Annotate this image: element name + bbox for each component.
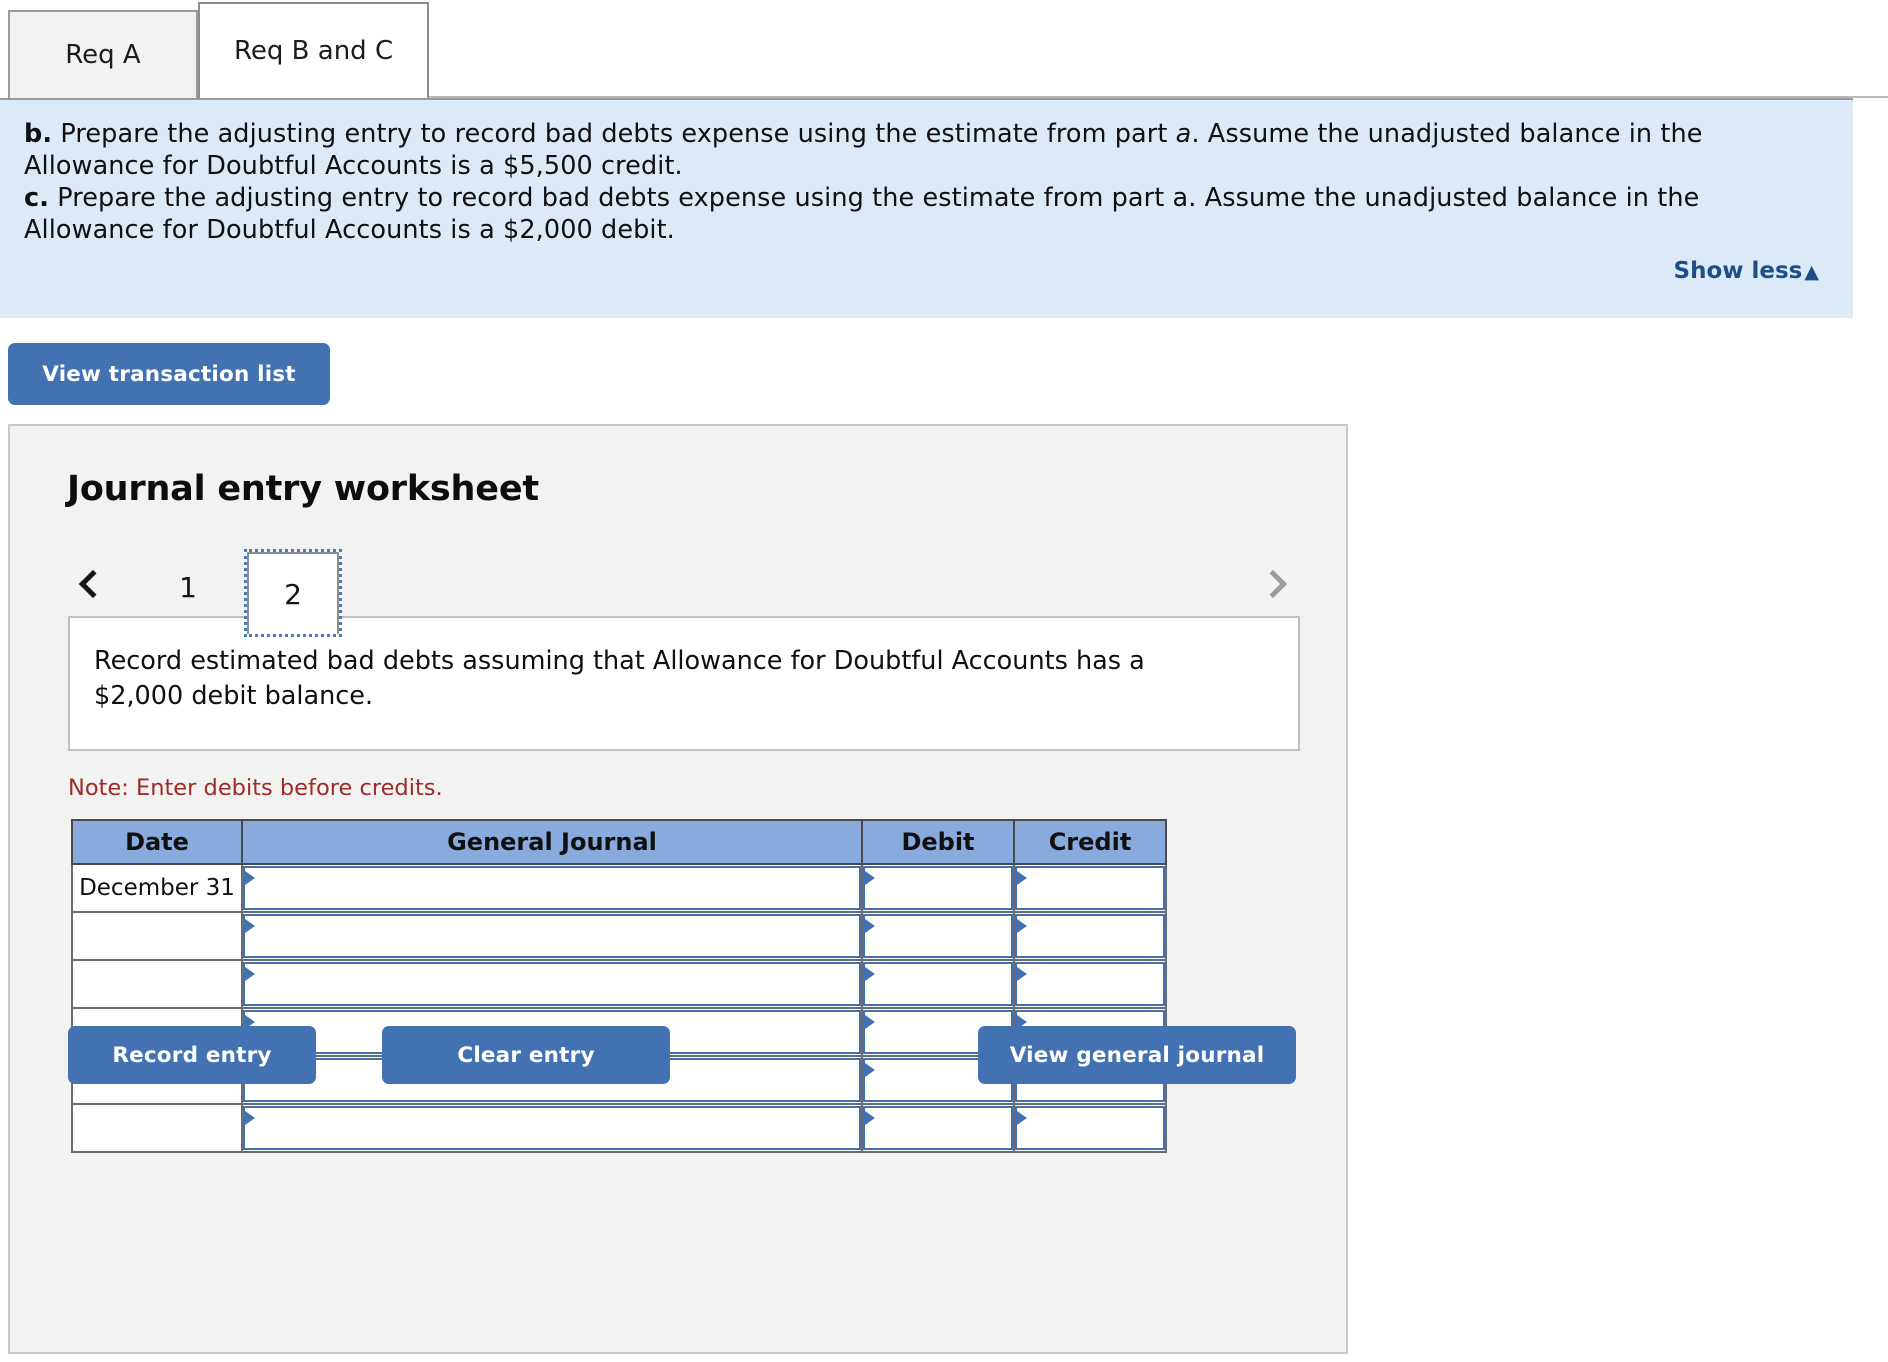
table-row <box>72 960 1166 1008</box>
table-body: December 31 <box>72 864 1166 1152</box>
table-row: December 31 <box>72 864 1166 912</box>
cell-credit[interactable] <box>1014 912 1166 960</box>
instruction-part-c-text: Prepare the adjusting entry to record ba… <box>24 183 1699 245</box>
instruction-part-b-italic: a <box>1176 119 1192 149</box>
cell-debit[interactable] <box>862 1104 1014 1152</box>
cell-date: December 31 <box>72 864 242 912</box>
cell-credit[interactable] <box>1014 864 1166 912</box>
cell-debit[interactable] <box>862 912 1014 960</box>
general-journal-input[interactable] <box>243 1106 861 1150</box>
column-header-general-journal: General Journal <box>242 820 862 864</box>
chevron-right-glyph <box>1259 570 1287 598</box>
cell-general-journal[interactable] <box>242 864 862 912</box>
instruction-part-b-label: b. <box>24 119 52 149</box>
instructions-panel: b. Prepare the adjusting entry to record… <box>0 98 1853 318</box>
credit-input[interactable] <box>1015 866 1165 910</box>
debit-input[interactable] <box>863 866 1013 910</box>
debit-input[interactable] <box>863 1106 1013 1150</box>
debits-before-credits-note: Note: Enter debits before credits. <box>68 775 443 801</box>
instruction-part-b: b. Prepare the adjusting entry to record… <box>24 118 1829 182</box>
chevron-right-icon[interactable] <box>1251 556 1295 612</box>
worksheet-description-box: Record estimated bad debts assuming that… <box>68 616 1300 751</box>
credit-input[interactable] <box>1015 1106 1165 1150</box>
chevron-left-icon[interactable] <box>71 556 115 612</box>
clear-entry-button[interactable]: Clear entry <box>382 1026 670 1084</box>
general-journal-input[interactable] <box>243 866 861 910</box>
instruction-part-c: c. Prepare the adjusting entry to record… <box>24 182 1829 246</box>
table-row <box>72 1104 1166 1152</box>
pager-page-1[interactable]: 1 <box>157 558 219 616</box>
view-transaction-list-button[interactable]: View transaction list <box>8 343 330 405</box>
tab-req-b-and-c-label: Req B and C <box>234 36 393 66</box>
general-journal-input[interactable] <box>243 914 861 958</box>
worksheet-description-text: Record estimated bad debts assuming that… <box>94 644 1154 714</box>
table-row <box>72 912 1166 960</box>
pager-page-2[interactable]: 2 <box>247 552 339 634</box>
column-header-debit: Debit <box>862 820 1014 864</box>
cell-credit[interactable] <box>1014 960 1166 1008</box>
cell-general-journal[interactable] <box>242 912 862 960</box>
cell-general-journal[interactable] <box>242 960 862 1008</box>
column-header-date: Date <box>72 820 242 864</box>
tab-req-a-label: Req A <box>65 40 140 70</box>
table-header-row: Date General Journal Debit Credit <box>72 820 1166 864</box>
credit-input[interactable] <box>1015 914 1165 958</box>
cell-debit[interactable] <box>862 960 1014 1008</box>
cell-credit[interactable] <box>1014 1104 1166 1152</box>
credit-input[interactable] <box>1015 962 1165 1006</box>
cell-date[interactable] <box>72 912 242 960</box>
debit-input[interactable] <box>863 914 1013 958</box>
tab-strip: Req A Req B and C <box>0 0 1888 98</box>
view-general-journal-button[interactable]: View general journal <box>978 1026 1296 1084</box>
chevron-left-glyph <box>79 570 107 598</box>
general-journal-input[interactable] <box>243 962 861 1006</box>
tab-req-b-and-c[interactable]: Req B and C <box>198 2 429 98</box>
tab-req-a[interactable]: Req A <box>8 10 198 98</box>
cell-debit[interactable] <box>862 864 1014 912</box>
record-entry-button[interactable]: Record entry <box>68 1026 316 1084</box>
worksheet-title: Journal entry worksheet <box>67 469 539 509</box>
cell-date[interactable] <box>72 960 242 1008</box>
instruction-part-b-text-1: Prepare the adjusting entry to record ba… <box>52 119 1176 149</box>
show-less-toggle[interactable]: Show less ▲ <box>1674 258 1819 284</box>
journal-entry-worksheet-card: Journal entry worksheet 1 2 Record estim… <box>8 424 1348 1354</box>
column-header-credit: Credit <box>1014 820 1166 864</box>
general-journal-table: Date General Journal Debit Credit Decemb… <box>71 819 1167 1153</box>
cell-date[interactable] <box>72 1104 242 1152</box>
show-less-label: Show less <box>1674 258 1803 284</box>
debit-input[interactable] <box>863 962 1013 1006</box>
caret-up-icon: ▲ <box>1804 263 1819 282</box>
instruction-part-c-label: c. <box>24 183 49 213</box>
cell-general-journal[interactable] <box>242 1104 862 1152</box>
